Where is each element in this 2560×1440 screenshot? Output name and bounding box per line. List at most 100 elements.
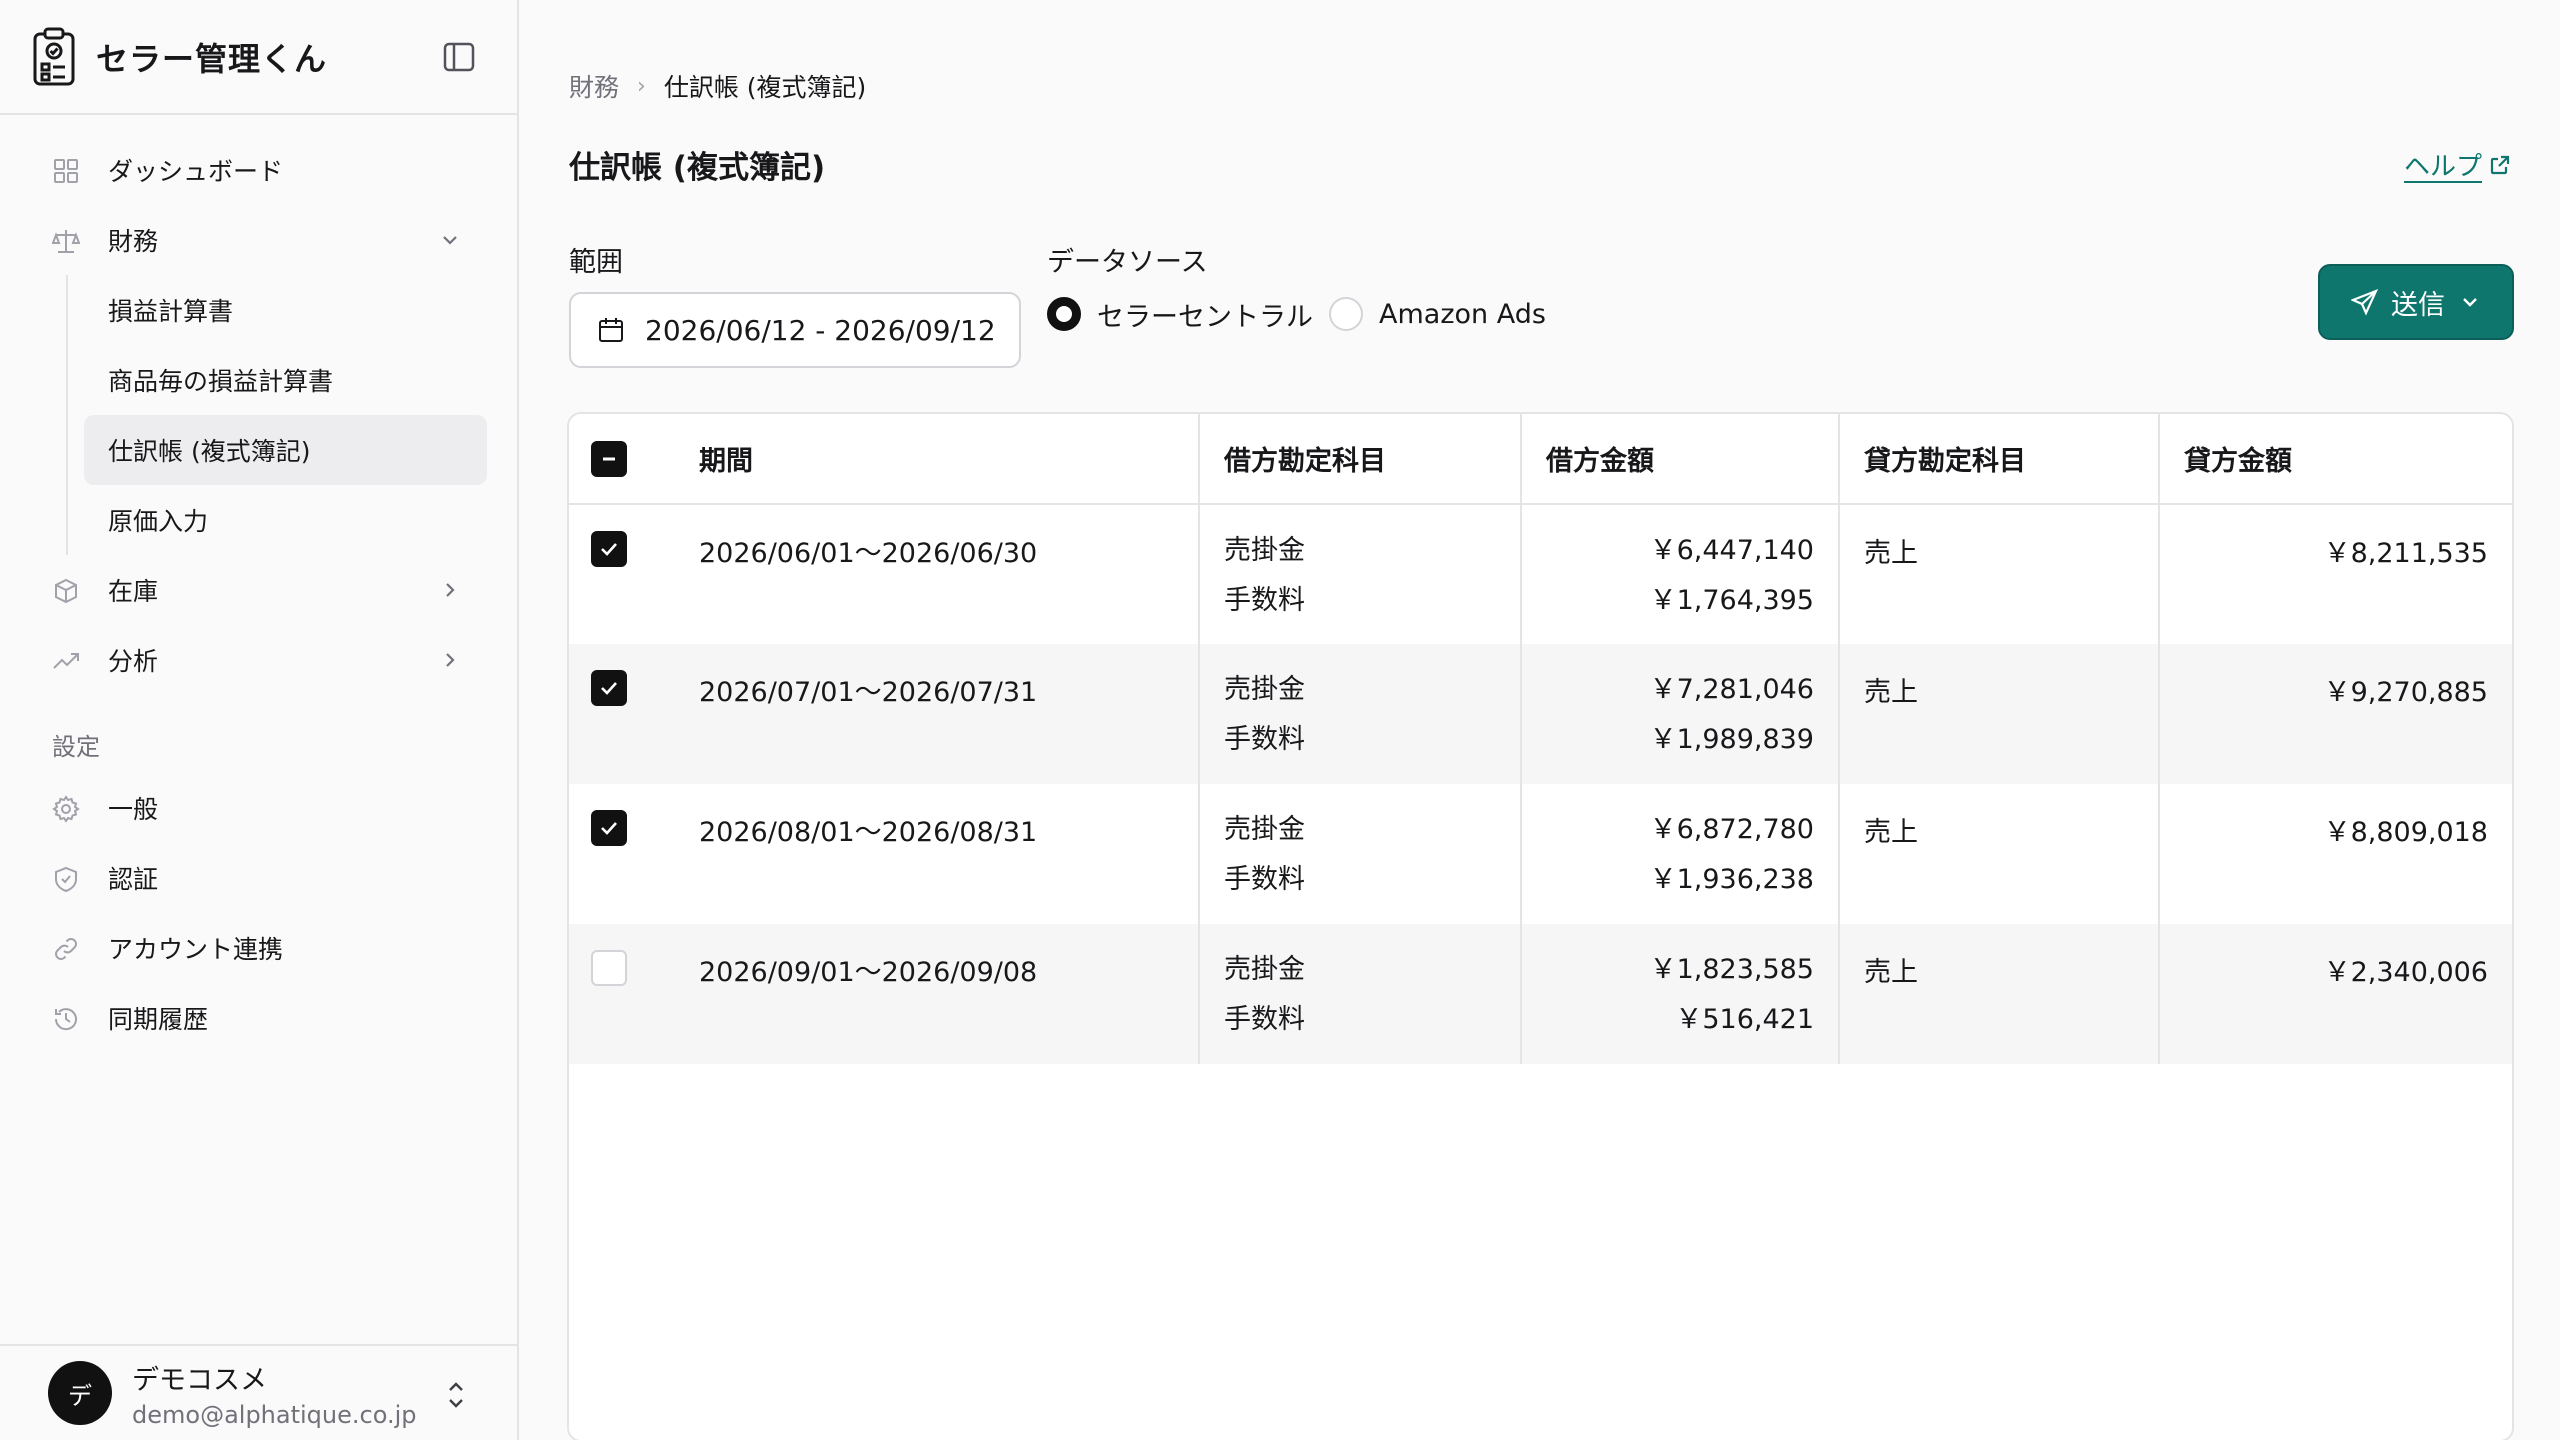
- row-checkbox[interactable]: [591, 531, 627, 567]
- check-icon: [601, 543, 617, 556]
- header-select-cell: [569, 414, 699, 505]
- table-row[interactable]: 2026/09/01〜2026/09/08 売掛金 手数料 ￥1,823,585…: [569, 924, 2512, 1064]
- help-link[interactable]: ヘルプ: [2404, 146, 2512, 183]
- debit-amount-2: ￥1,936,238: [1649, 864, 1814, 895]
- main-content: 財務 › 仕訳帳 (複式簿記) 仕訳帳 (複式簿記) ヘルプ 範囲 2026/0…: [521, 0, 2560, 1440]
- debit-account-cell: 売掛金 手数料: [1198, 504, 1521, 644]
- debit-amount-1: ￥6,447,140: [1649, 535, 1814, 566]
- chevron-down-icon: [443, 236, 457, 245]
- date-range-picker[interactable]: 2026/06/12 - 2026/09/12: [569, 292, 1021, 368]
- sidebar-item-dashboard[interactable]: ダッシュボード: [0, 135, 517, 205]
- sidebar-toggle-icon[interactable]: [443, 42, 475, 72]
- radio-label-amazon-ads[interactable]: Amazon Ads: [1379, 299, 1546, 330]
- data-source-radio-group: セラーセントラル Amazon Ads: [1047, 294, 1562, 334]
- minus-icon: [603, 457, 615, 460]
- period-cell: 2026/06/01〜2026/06/30: [699, 538, 1038, 569]
- row-checkbox[interactable]: [591, 670, 627, 706]
- table-row[interactable]: 2026/06/01〜2026/06/30 売掛金 手数料 ￥6,447,140…: [569, 504, 2512, 644]
- debit-account-1: 売掛金: [1224, 814, 1305, 845]
- sidebar-item-general[interactable]: 一般: [0, 773, 517, 843]
- debit-amount-1: ￥1,823,585: [1649, 954, 1814, 985]
- finance-submenu: 損益計算書 商品毎の損益計算書 仕訳帳 (複式簿記) 原価入力: [0, 275, 517, 555]
- credit-account-cell: 売上: [1838, 784, 2159, 924]
- sidebar-item-auth[interactable]: 認証: [0, 843, 517, 913]
- credit-amount-cell: ￥9,270,885: [2158, 644, 2512, 784]
- radio-amazon-ads[interactable]: [1329, 297, 1363, 331]
- debit-account-cell: 売掛金 手数料: [1198, 784, 1521, 924]
- radio-label-seller-central[interactable]: セラーセントラル: [1097, 295, 1313, 334]
- send-icon: [2351, 288, 2379, 316]
- debit-account-2: 手数料: [1224, 864, 1305, 895]
- sidebar-item-analytics[interactable]: 分析: [0, 625, 517, 695]
- sidebar-item-account-link[interactable]: アカウント連携: [0, 913, 517, 983]
- row-select-cell: [569, 784, 699, 924]
- sidebar-item-label: 在庫: [108, 577, 159, 606]
- page-title: 仕訳帳 (複式簿記): [569, 150, 826, 186]
- select-all-checkbox[interactable]: [591, 440, 627, 477]
- chevrons-up-down-icon[interactable]: [445, 1378, 467, 1412]
- link-icon: [55, 938, 77, 960]
- debit-account-cell: 売掛金 手数料: [1198, 644, 1521, 784]
- sidebar-item-inventory[interactable]: 在庫: [0, 555, 517, 625]
- debit-amount-2: ￥516,421: [1675, 1004, 1814, 1035]
- history-icon: [54, 1008, 77, 1031]
- sidebar-item-label: ダッシュボード: [108, 157, 284, 186]
- sidebar-item-product-pl[interactable]: 商品毎の損益計算書: [0, 345, 487, 415]
- header-credit-account: 貸方勘定科目: [1838, 414, 2159, 505]
- breadcrumb-current: 仕訳帳 (複式簿記): [663, 73, 867, 102]
- table-row[interactable]: 2026/07/01〜2026/07/31 売掛金 手数料 ￥7,281,046…: [569, 644, 2512, 784]
- app-name: セラー管理くん: [96, 39, 328, 78]
- credit-amount-cell: ￥2,340,006: [2158, 924, 2512, 1064]
- row-checkbox[interactable]: [591, 950, 627, 986]
- debit-account-2: 手数料: [1224, 1004, 1305, 1035]
- period-cell: 2026/08/01〜2026/08/31: [699, 817, 1038, 848]
- journal-table: 期間 借方勘定科目 借方金額 貸方勘定科目 貸方金額 2026/06/01〜20…: [567, 412, 2514, 1440]
- chevron-down-icon: [2463, 298, 2477, 307]
- sidebar-item-pl[interactable]: 損益計算書: [0, 275, 487, 345]
- date-range-value: 2026/06/12 - 2026/09/12: [645, 313, 996, 347]
- range-label: 範囲: [569, 247, 623, 278]
- debit-account-2: 手数料: [1224, 585, 1305, 616]
- radio-seller-central[interactable]: [1047, 297, 1081, 331]
- sidebar-item-label: 財務: [108, 227, 159, 256]
- debit-amount-cell: ￥6,447,140 ￥1,764,395: [1520, 504, 1839, 644]
- send-button[interactable]: 送信: [2318, 264, 2514, 340]
- debit-account-cell: 売掛金 手数料: [1198, 924, 1521, 1064]
- box-icon: [55, 578, 77, 604]
- credit-amount-cell: ￥8,809,018: [2158, 784, 2512, 924]
- header-period: 期間: [699, 414, 1199, 505]
- sidebar-item-journal[interactable]: 仕訳帳 (複式簿記): [84, 415, 487, 485]
- grid-icon: [54, 159, 78, 183]
- user-email: demo@alphatique.co.jp: [132, 1400, 417, 1429]
- breadcrumb-separator-icon: ›: [637, 73, 646, 99]
- header-debit-account: 借方勘定科目: [1198, 414, 1521, 505]
- credit-account-cell: 売上: [1838, 644, 2159, 784]
- debit-amount-cell: ￥7,281,046 ￥1,989,839: [1520, 644, 1839, 784]
- breadcrumb-parent[interactable]: 財務: [569, 68, 619, 104]
- external-link-icon: [2490, 155, 2510, 174]
- gear-icon: [52, 795, 80, 823]
- debit-account-1: 売掛金: [1224, 535, 1305, 566]
- sidebar: セラー管理くん ダッシュボード 財務 損益計算書 商品毎の損益計算書 仕訳帳 (…: [0, 0, 519, 1440]
- sidebar-item-sync-history[interactable]: 同期履歴: [0, 983, 517, 1053]
- check-icon: [601, 822, 617, 835]
- sidebar-item-label: 同期履歴: [108, 1005, 209, 1034]
- sidebar-item-finance[interactable]: 財務: [0, 205, 517, 275]
- table-row[interactable]: 2026/08/01〜2026/08/31 売掛金 手数料 ￥6,872,780…: [569, 784, 2512, 924]
- scale-icon: [52, 230, 80, 253]
- sidebar-item-label: アカウント連携: [108, 935, 284, 964]
- sidebar-item-label: 認証: [108, 865, 159, 894]
- trending-up-icon: [53, 653, 79, 669]
- check-icon: [601, 682, 617, 695]
- row-select-cell: [569, 924, 699, 1064]
- user-name: デモコスメ: [132, 1364, 267, 1396]
- debit-amount-cell: ￥6,872,780 ￥1,936,238: [1520, 784, 1839, 924]
- data-source-label: データソース: [1047, 247, 1208, 278]
- debit-amount-2: ￥1,989,839: [1649, 724, 1814, 755]
- row-checkbox[interactable]: [591, 810, 627, 846]
- breadcrumb: 財務 › 仕訳帳 (複式簿記): [569, 68, 866, 104]
- shield-icon: [55, 866, 77, 893]
- row-select-cell: [569, 504, 699, 644]
- user-menu[interactable]: デ デモコスメ demo@alphatique.co.jp: [0, 1344, 517, 1440]
- sidebar-item-cost-input[interactable]: 原価入力: [0, 485, 487, 555]
